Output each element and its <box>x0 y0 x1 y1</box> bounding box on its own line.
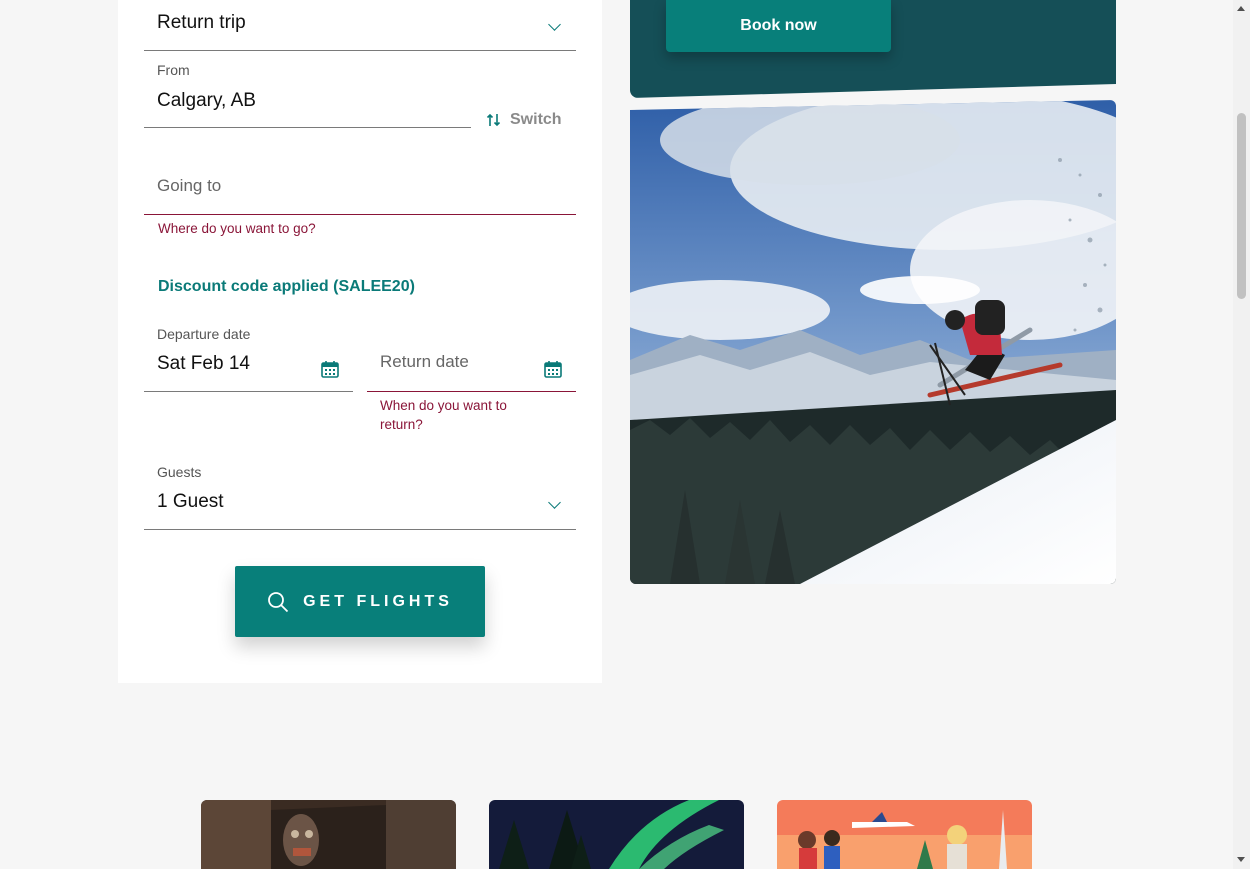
chevron-down-icon <box>548 496 561 509</box>
totem-thumbnail[interactable] <box>201 800 456 869</box>
scroll-up-arrow[interactable] <box>1237 6 1245 11</box>
scrollbar-thumb[interactable] <box>1237 113 1246 299</box>
book-now-button[interactable]: Book now <box>666 0 891 52</box>
switch-icon <box>486 113 501 127</box>
guests-underline <box>144 529 576 530</box>
calendar-icon <box>321 361 339 378</box>
going-to-placeholder: Going to <box>157 176 222 195</box>
travelers-illustration-thumbnail[interactable] <box>777 800 1032 869</box>
chevron-down-icon <box>548 18 561 31</box>
return-error-line1: When do you want to <box>380 398 507 413</box>
departure-label: Departure date <box>157 326 251 342</box>
guests-value: 1 Guest <box>157 491 224 512</box>
trip-type-value: Return trip <box>157 12 246 33</box>
return-underline <box>367 391 576 392</box>
departure-date-field[interactable]: Departure date Sat Feb 14 <box>144 325 353 392</box>
guests-select[interactable]: Guests 1 Guest <box>144 463 576 530</box>
get-flights-label: GET FLIGHTS <box>303 592 453 610</box>
get-flights-button[interactable]: GET FLIGHTS <box>235 566 485 637</box>
return-date-field[interactable]: Return date <box>367 340 576 392</box>
trip-type-underline <box>144 50 576 51</box>
discount-applied-text: Discount code applied (SALEE20) <box>158 278 415 295</box>
from-underline <box>144 127 471 128</box>
from-value: Calgary, AB <box>157 90 256 111</box>
going-to-field[interactable]: Going to <box>144 170 576 215</box>
going-to-underline <box>144 214 576 215</box>
aurora-thumbnail[interactable] <box>489 800 744 869</box>
from-field[interactable]: From Calgary, AB <box>144 60 471 128</box>
return-error: When do you want to return? <box>380 396 507 434</box>
page-scrollbar[interactable] <box>1233 0 1250 869</box>
departure-underline <box>144 391 353 392</box>
trip-type-select[interactable]: Return trip <box>144 0 576 51</box>
guests-label: Guests <box>157 464 202 480</box>
going-to-error: Where do you want to go? <box>158 221 316 236</box>
from-label: From <box>157 62 190 78</box>
switch-label: Switch <box>510 111 562 128</box>
book-now-label: Book now <box>740 17 817 34</box>
calendar-icon <box>544 361 562 378</box>
skier-photo <box>630 100 1116 584</box>
search-icon <box>268 591 289 612</box>
scroll-down-arrow[interactable] <box>1237 857 1245 862</box>
return-error-line2: return? <box>380 417 423 432</box>
return-placeholder: Return date <box>380 352 469 371</box>
switch-button[interactable]: Switch <box>486 111 562 129</box>
departure-value: Sat Feb 14 <box>157 353 250 374</box>
